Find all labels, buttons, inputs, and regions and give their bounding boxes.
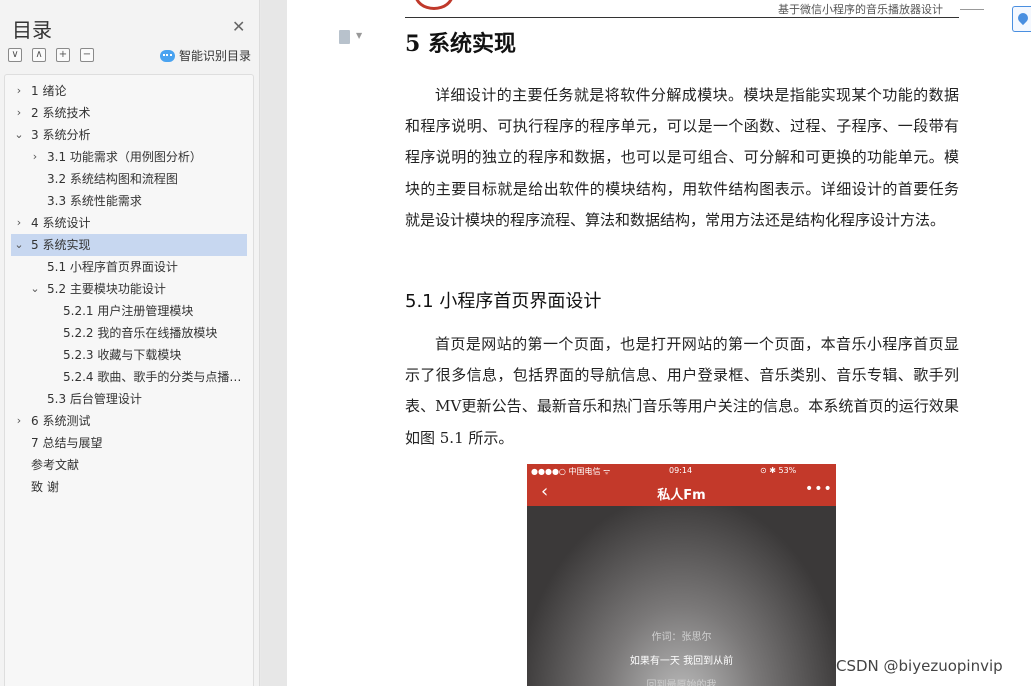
toc-item[interactable]: 致 谢: [11, 476, 247, 498]
toc-item-label: 3.1 功能需求（用例图分析）: [47, 150, 202, 164]
chapter-heading: 5 系统实现: [405, 31, 516, 57]
chevron-down-icon[interactable]: ⌄: [13, 234, 25, 256]
lyric-credit: 作词：张思尔: [651, 632, 712, 643]
toc-item-label: 1 绪论: [31, 84, 67, 98]
toc-item[interactable]: › 3.1 功能需求（用例图分析）: [11, 146, 247, 168]
paragraph-2: 首页是网站的第一个页面，也是打开网站的第一个页面，本音乐小程序首页显示了很多信息…: [405, 335, 959, 447]
lyric-current: 如果有一天 我回到从前: [629, 656, 734, 667]
phone-nav-bar: ‹ 私人Fm •••: [527, 478, 836, 506]
smart-toc-icon: [160, 49, 175, 62]
toc-sidebar: 目录 ✕ ∨ ∧ + − 智能识别目录 › 1 绪论 › 2 系统技术 ⌄ 3 系统分析 ›…: [0, 0, 260, 686]
toc-item[interactable]: › 4 系统设计: [11, 212, 247, 234]
watermark: CSDN @biyezuopinvip: [836, 657, 1003, 675]
toc-item-label: 7 总结与展望: [31, 436, 103, 450]
add-heading-icon[interactable]: +: [56, 48, 70, 62]
phone-title: 私人Fm: [657, 488, 706, 503]
page-options-icon[interactable]: [339, 30, 350, 44]
close-icon[interactable]: ✕: [232, 17, 245, 36]
toc-item-label: 5.2.4 歌曲、歌手的分类与点播模块: [63, 370, 243, 384]
chevron-right-icon[interactable]: ›: [13, 410, 25, 432]
toc-item[interactable]: › 2 系统技术: [11, 102, 247, 124]
chevron-right-icon[interactable]: ›: [13, 102, 25, 124]
toc-item[interactable]: › 1 绪论: [11, 80, 247, 102]
toc-item[interactable]: 5.2.1 用户注册管理模块: [11, 300, 247, 322]
toc-item-label: 5.2 主要模块功能设计: [47, 282, 166, 296]
toc-item-label: 4 系统设计: [31, 216, 91, 230]
toc-item-label: 3 系统分析: [31, 128, 91, 142]
smart-toc-label: 智能识别目录: [179, 49, 252, 63]
chevron-right-icon[interactable]: ›: [13, 80, 25, 102]
toc-item[interactable]: 5.3 后台管理设计: [11, 388, 247, 410]
phone-status-bar: ●●●●○ 中国电信 ᯤ 09:14 ⊙ ✱ 53%: [527, 464, 836, 478]
more-icon: •••: [805, 481, 833, 497]
toc-item[interactable]: ⌄ 5.2 主要模块功能设计: [11, 278, 247, 300]
toc-item[interactable]: 5.1 小程序首页界面设计: [11, 256, 247, 278]
toc-item-label: 5.3 后台管理设计: [47, 392, 142, 406]
phone-battery: ⊙ ✱ 53%: [760, 466, 797, 475]
toc-item-label: 5.1 小程序首页界面设计: [47, 260, 178, 274]
toc-item[interactable]: 参考文献: [11, 454, 247, 476]
smart-toc-button[interactable]: 智能识别目录: [160, 47, 251, 64]
collapse-all-icon[interactable]: ∨: [8, 48, 22, 62]
toc-item[interactable]: 3.2 系统结构图和流程图: [11, 168, 247, 190]
toc-item-label: 5.2.2 我的音乐在线播放模块: [63, 326, 218, 340]
location-icon[interactable]: [1012, 6, 1031, 32]
toc-item-label: 3.2 系统结构图和流程图: [47, 172, 178, 186]
chevron-right-icon[interactable]: ›: [13, 212, 25, 234]
toc-list: › 1 绪论 › 2 系统技术 ⌄ 3 系统分析 › 3.1 功能需求（用例图分析） 3.2 系…: [11, 80, 247, 498]
toc-item[interactable]: › 6 系统测试: [11, 410, 247, 432]
toc-item-label: 2 系统技术: [31, 106, 91, 120]
toc-item[interactable]: 5.2.3 收藏与下载模块: [11, 344, 247, 366]
remove-heading-icon[interactable]: −: [80, 48, 94, 62]
toc-item[interactable]: ⌄ 3 系统分析: [11, 124, 247, 146]
toc-item[interactable]: 5.2.2 我的音乐在线播放模块: [11, 322, 247, 344]
toc-item-label: 5.2.1 用户注册管理模块: [63, 304, 194, 318]
toc-item-label: 6 系统测试: [31, 414, 91, 428]
phone-time: 09:14: [669, 466, 693, 475]
toc-item[interactable]: ⌄ 5 系统实现: [11, 234, 247, 256]
toc-panel: › 1 绪论 › 2 系统技术 ⌄ 3 系统分析 › 3.1 功能需求（用例图分析） 3.2 系…: [4, 74, 254, 686]
toc-item-label: 致 谢: [31, 480, 59, 494]
document-margin: [261, 0, 287, 686]
section-heading: 5.1 小程序首页界面设计: [405, 291, 602, 312]
toc-item-label: 参考文献: [31, 458, 80, 472]
toc-item[interactable]: 3.3 系统性能需求: [11, 190, 247, 212]
paragraph-1: 详细设计的主要任务就是将软件分解成模块。模块是指能实现某个功能的数据和程序说明、…: [405, 86, 959, 229]
chevron-down-icon[interactable]: ▼: [356, 31, 362, 40]
toc-item-label: 3.3 系统性能需求: [47, 194, 142, 208]
toc-item[interactable]: 7 总结与展望: [11, 432, 247, 454]
phone-carrier: ●●●●○ 中国电信 ᯤ: [531, 467, 611, 476]
running-header: 基于微信小程序的音乐播放器设计: [778, 3, 943, 16]
toc-item-label: 5.2.3 收藏与下载模块: [63, 348, 182, 362]
chevron-right-icon[interactable]: ›: [29, 146, 41, 168]
header-rule: [405, 17, 959, 18]
toc-toolbar: ∨ ∧ + −: [8, 48, 94, 62]
expand-all-icon[interactable]: ∧: [32, 48, 46, 62]
figure-phone-screenshot: ●●●●○ 中国电信 ᯤ 09:14 ⊙ ✱ 53% ‹ 私人Fm ••• 作词…: [527, 464, 836, 686]
chevron-down-icon[interactable]: ⌄: [29, 278, 41, 300]
sidebar-title: 目录: [12, 18, 52, 42]
header-rule-tail: [960, 9, 984, 10]
toc-item[interactable]: 5.2.4 歌曲、歌手的分类与点播模块: [11, 366, 247, 388]
chevron-down-icon[interactable]: ⌄: [13, 124, 25, 146]
toc-item-label: 5 系统实现: [31, 238, 91, 252]
lyric-next: 回到最原始的我: [646, 680, 717, 686]
